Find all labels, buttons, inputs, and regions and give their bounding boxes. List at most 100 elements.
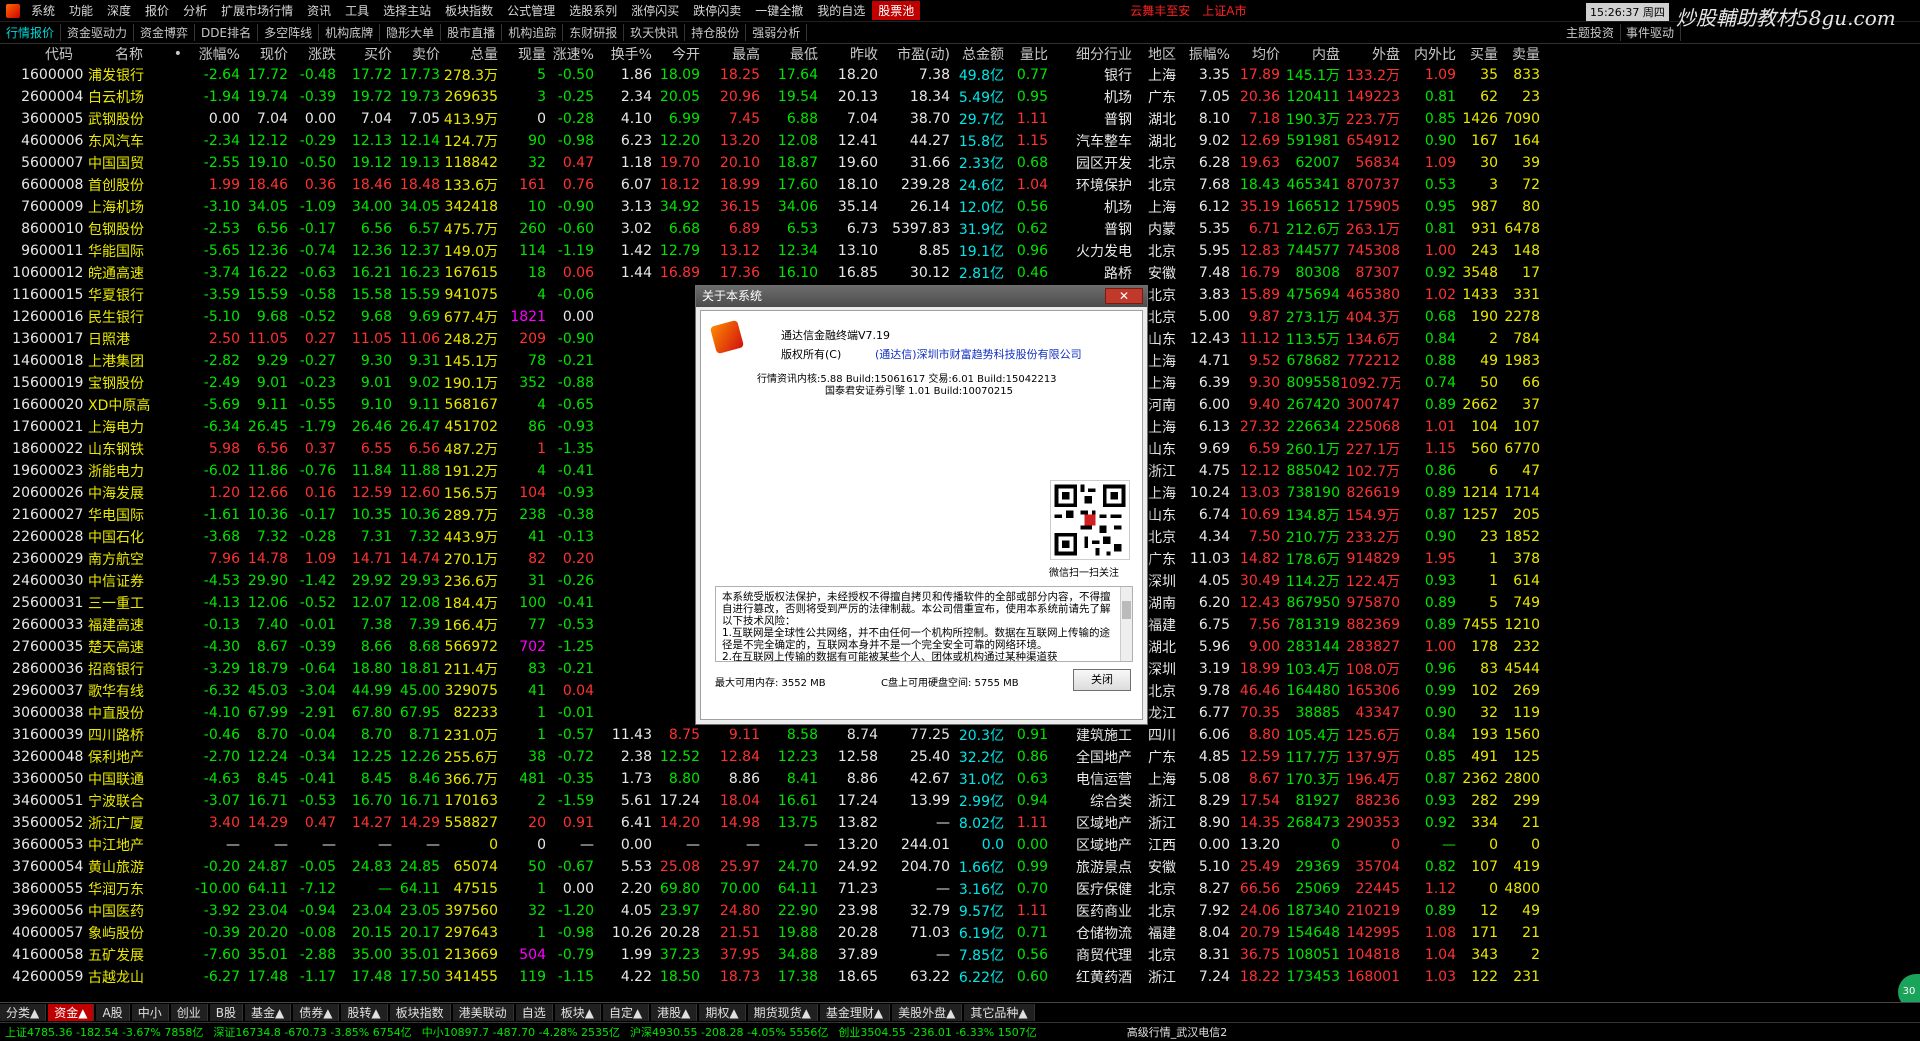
toolbar-item[interactable]: 持仓股份 [685,24,747,41]
market-tab[interactable]: 港股▲ [651,1004,698,1021]
table-row[interactable]: 31 600039 四川路桥 -0.46 8.70 -0.04 8.70 8.71 231.0万… [0,724,1920,746]
menu-item[interactable]: 涨停闪买 [624,2,686,19]
index-quote[interactable]: 上证4785.36 -182.54 -3.67% 7858亿 [0,1024,208,1040]
company-link[interactable]: (通达信)深圳市财富趋势科技股份有限公司 [875,346,1082,362]
menu-item[interactable]: 系统 [24,2,62,19]
column-header[interactable]: 卖价 [392,44,440,64]
toolbar-theme-invest[interactable]: 主题投资 [1560,24,1622,41]
market-tab[interactable]: B股 [209,1004,243,1021]
column-header[interactable]: 内盘 [1280,44,1340,64]
column-header[interactable]: 细分行业 [1048,44,1132,64]
table-row[interactable]: 33 600050 中国联通 -4.63 8.45 -0.41 8.45 8.46 366.7万… [0,768,1920,790]
table-row[interactable]: 8 600010 包钢股份 -2.53 6.56 -0.17 6.56 6.57 475.7万 2… [0,218,1920,240]
toolbar-item[interactable]: 行情报价 [0,24,62,41]
toolbar-item[interactable]: 东财研报 [563,24,625,41]
toolbar-item[interactable]: 隐形大单 [380,24,442,41]
table-row[interactable]: 7 600009 上海机场 -3.10 34.05 -1.09 34.00 34.05 3424… [0,196,1920,218]
menu-item[interactable]: 跌停闪卖 [686,2,748,19]
column-header[interactable]: 现价 [240,44,288,64]
table-row[interactable]: 36 600053 中江地产 — — — — —0 0—0.00— — —13.20 244.01 0.… [0,834,1920,856]
market-tab[interactable]: 板块▲ [554,1004,601,1021]
column-header[interactable]: 买价 [336,44,392,64]
table-row[interactable]: 32 600048 保利地产 -2.70 12.24 -0.34 12.25 12.26 255… [0,746,1920,768]
column-header[interactable]: 买量 [1456,44,1498,64]
menu-item[interactable]: 工具 [338,2,376,19]
table-row[interactable]: 41 600058 五矿发展 -7.60 35.01 -2.88 35.00 35.01 213… [0,944,1920,966]
market-tab[interactable]: 板块指数 [389,1004,451,1021]
index-quote[interactable]: 中小10897.7 -487.70 -4.28% 2535亿 [417,1024,625,1040]
legal-notice-box[interactable]: 本系统受版权法保护，未经授权不得擅自拷贝和传播软件的全部或部分内容，不得擅自进行… [715,586,1133,662]
column-header[interactable]: 量比 [1004,44,1048,64]
column-header[interactable]: 最低 [760,44,818,64]
table-row[interactable]: 35 600052 浙江广厦 3.40 14.29 0.47 14.27 14.29 55882… [0,812,1920,834]
column-header[interactable]: 总量 [440,44,498,64]
menu-stock-pool[interactable]: 股票池 [872,1,921,20]
market-tab[interactable]: A股 [96,1004,130,1021]
market-tab[interactable]: 港美联动 [452,1004,514,1021]
table-row[interactable]: 38 600055 华润万东 -10.00 64.11 -7.12 — 64.11 47515 1… [0,878,1920,900]
toolbar-item[interactable]: 机构追踪 [502,24,564,41]
menu-item[interactable]: 选择主站 [376,2,438,19]
table-row[interactable]: 34 600051 宁波联合 -3.07 16.71 -0.53 16.70 16.71 170… [0,790,1920,812]
market-tab[interactable]: 创业 [170,1004,208,1021]
menu-item[interactable]: 板块指数 [438,2,500,19]
market-tab[interactable]: 期权▲ [699,1004,746,1021]
dialog-close-icon[interactable]: ✕ [1105,288,1143,304]
menu-item[interactable]: 资讯 [300,2,338,19]
market-tab[interactable]: 美股外盘▲ [892,1004,963,1021]
table-row[interactable]: 42 600059 古越龙山 -6.27 17.48 -1.17 17.48 17.50 341… [0,966,1920,988]
market-tab[interactable]: 自定▲ [602,1004,650,1021]
menu-item[interactable]: 深度 [100,2,138,19]
table-row[interactable]: 3 600005 武钢股份 0.00 7.04 0.00 7.04 7.05 413.9万 0 -0… [0,108,1920,130]
menu-item[interactable]: 功能 [62,2,100,19]
toolbar-item[interactable]: 资金博弈 [134,24,196,41]
column-header[interactable]: 最高 [700,44,760,64]
column-header[interactable]: 市盈(动) [878,44,950,64]
menu-item[interactable]: 扩展市场行情 [214,2,300,19]
column-header[interactable]: 现量 [498,44,546,64]
toolbar-item[interactable]: 资金驱动力 [61,24,135,41]
menu-item[interactable]: 公式管理 [500,2,562,19]
column-header[interactable]: 均价 [1230,44,1280,64]
column-header[interactable]: 名称 [88,44,170,64]
table-row[interactable]: 2 600004 白云机场 -1.94 19.74 -0.39 19.72 19.73 2696… [0,86,1920,108]
table-row[interactable]: 39 600056 中国医药 -3.92 23.04 -0.94 23.04 23.05 397… [0,900,1920,922]
column-header[interactable]: 涨幅% [182,44,240,64]
column-header[interactable]: 今开 [652,44,700,64]
menu-item[interactable]: 选股系列 [562,2,624,19]
column-header[interactable]: 昨收 [818,44,878,64]
market-tab[interactable]: 债券▲ [293,1004,340,1021]
toolbar-item[interactable]: 玖天快讯 [624,24,686,41]
column-header[interactable]: 地区 [1132,44,1176,64]
column-header[interactable]: 换手% [594,44,652,64]
index-quote[interactable]: 深证16734.8 -670.73 -3.85% 6754亿 [208,1024,416,1040]
column-header[interactable]: 内外比 [1400,44,1456,64]
toolbar-item[interactable]: 强弱分析 [746,24,808,41]
toolbar-item[interactable]: 机构底牌 [319,24,381,41]
column-header[interactable]: 涨速% [546,44,594,64]
column-header[interactable]: 涨跌 [288,44,336,64]
menu-item[interactable]: 报价 [138,2,176,19]
menu-item[interactable]: 我的自选 [810,2,872,19]
column-header[interactable]: 外盘 [1340,44,1400,64]
table-row[interactable]: 6 600008 首创股份 1.99 18.46 0.36 18.46 18.48 133.6万… [0,174,1920,196]
menu-item[interactable]: 分析 [176,2,214,19]
index-quote[interactable]: 高级行情_武汉电信2 [1122,1024,1233,1040]
legal-scrollbar[interactable] [1120,587,1132,661]
column-header[interactable]: 振幅% [1176,44,1230,64]
toolbar-item[interactable]: 多空阵线 [258,24,320,41]
market-tab[interactable]: 中小 [131,1004,169,1021]
menu-item[interactable]: 一键全撤 [748,2,810,19]
market-tab[interactable]: 其它品种▲ [964,1004,1035,1021]
toolbar-event-driven[interactable]: 事件驱动 [1620,24,1682,41]
table-row[interactable]: 10 600012 皖通高速 -3.74 16.22 -0.63 16.21 16.23 167… [0,262,1920,284]
market-tab[interactable]: 股转▲ [341,1004,388,1021]
column-header[interactable]: 代码 [30,44,88,64]
market-tab[interactable]: 自选 [515,1004,553,1021]
market-tab[interactable]: 分类▲ [0,1004,47,1021]
market-tab[interactable]: 期货现货▲ [747,1004,818,1021]
index-quote[interactable]: 沪深4930.55 -208.28 -4.05% 5556亿 [625,1024,833,1040]
toolbar-item[interactable]: 股市直播 [441,24,503,41]
table-row[interactable]: 1 600000 浦发银行 -2.64 17.72 -0.48 17.72 17.73 278.… [0,64,1920,86]
toolbar-item[interactable]: DDE排名 [195,24,259,41]
